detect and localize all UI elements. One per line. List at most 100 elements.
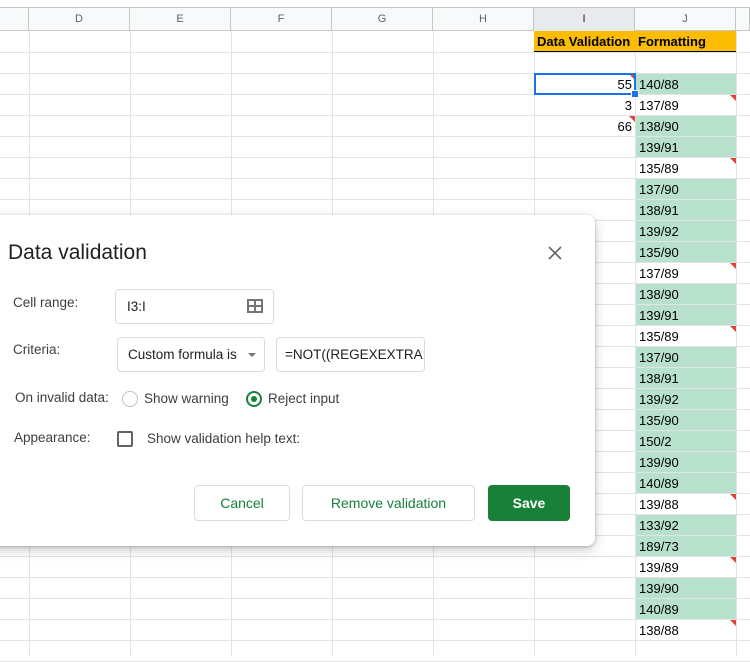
close-icon[interactable] xyxy=(545,243,565,263)
cell-i[interactable]: 66 xyxy=(535,116,635,136)
remove-validation-button[interactable]: Remove validation xyxy=(302,485,475,521)
cell-j[interactable]: 135/90 xyxy=(636,410,736,430)
cell-j[interactable]: 139/91 xyxy=(636,137,736,157)
cell-j[interactable]: 137/89 xyxy=(636,263,736,283)
column-header-d[interactable]: D xyxy=(29,8,130,31)
column-header-f[interactable]: F xyxy=(231,8,332,31)
cell-value: 140/89 xyxy=(639,602,679,617)
cell-j[interactable]: 138/91 xyxy=(636,368,736,388)
help-text-label[interactable]: Show validation help text: xyxy=(147,431,300,446)
invalid-data-label: On invalid data: xyxy=(15,390,109,405)
cell-j[interactable]: 140/89 xyxy=(636,599,736,619)
cell-value: 139/91 xyxy=(639,308,679,323)
column-header-e[interactable]: E xyxy=(130,8,231,31)
criteria-selected: Custom formula is xyxy=(128,347,237,362)
cell-value: 139/90 xyxy=(639,455,679,470)
cell-j[interactable]: 133/92 xyxy=(636,515,736,535)
cell-j[interactable]: 139/92 xyxy=(636,389,736,409)
cell-j[interactable]: 139/91 xyxy=(636,305,736,325)
cell-j[interactable] xyxy=(636,53,736,73)
cell-value: 138/88 xyxy=(639,623,679,638)
cell-value: 139/92 xyxy=(639,392,679,407)
cell-value: 139/88 xyxy=(639,497,679,512)
invalid-flag-icon xyxy=(730,494,736,500)
cell-j[interactable]: 139/89 xyxy=(636,557,736,577)
fill-handle[interactable] xyxy=(631,90,639,98)
formula-value: =NOT((REGEXEXTRA xyxy=(285,347,423,362)
cell-j[interactable]: 135/90 xyxy=(636,242,736,262)
cell-j[interactable]: 139/90 xyxy=(636,578,736,598)
column-gridline xyxy=(736,31,737,656)
cell-i[interactable] xyxy=(535,641,635,661)
cell-value: 139/91 xyxy=(639,140,679,155)
column-header-h[interactable]: H xyxy=(433,8,534,31)
invalid-flag-icon xyxy=(629,116,635,122)
column-header-j[interactable]: J xyxy=(635,8,736,31)
cell-value: 137/89 xyxy=(639,98,679,113)
cell-value: 135/90 xyxy=(639,413,679,428)
column-header-g[interactable]: G xyxy=(332,8,433,31)
cell-i[interactable] xyxy=(535,137,635,157)
help-text-checkbox[interactable] xyxy=(117,431,133,447)
cell-i[interactable]: 3 xyxy=(535,95,635,115)
invalid-flag-icon xyxy=(730,557,736,563)
cell-j[interactable]: 139/90 xyxy=(636,452,736,472)
column-header-i[interactable]: I xyxy=(534,8,635,31)
cell-value: 135/89 xyxy=(639,161,679,176)
formula-input[interactable]: =NOT((REGEXEXTRA xyxy=(276,337,425,372)
cell-j[interactable]: 137/90 xyxy=(636,347,736,367)
cell-j[interactable]: 150/2 xyxy=(636,431,736,451)
cell-value: 133/92 xyxy=(639,518,679,533)
cell-j[interactable]: 140/89 xyxy=(636,473,736,493)
cell-i[interactable] xyxy=(535,53,635,73)
cell-j[interactable]: 140/88 xyxy=(636,74,736,94)
cell-j[interactable]: 139/92 xyxy=(636,221,736,241)
cell-j[interactable]: 138/88 xyxy=(636,620,736,640)
cell-value: 139/92 xyxy=(639,224,679,239)
appearance-label: Appearance: xyxy=(14,430,91,445)
show-warning-label[interactable]: Show warning xyxy=(144,391,229,406)
cell-i[interactable] xyxy=(535,599,635,619)
cell-value: 139/89 xyxy=(639,560,679,575)
cell-i[interactable] xyxy=(535,620,635,640)
header-cell-data-validation[interactable]: Data Validation xyxy=(534,31,635,52)
cell-j[interactable]: 135/89 xyxy=(636,326,736,346)
data-validation-dialog: Data validation Cell range: I3:I Criteri… xyxy=(0,215,595,546)
cell-value: 137/90 xyxy=(639,182,679,197)
invalid-flag-icon xyxy=(730,158,736,164)
cell-j[interactable]: 189/73 xyxy=(636,536,736,556)
column-header-bar: DEFGHIJ xyxy=(0,7,750,31)
cell-j[interactable]: 137/89 xyxy=(636,95,736,115)
cell-j[interactable]: 138/91 xyxy=(636,200,736,220)
cell-j[interactable]: 138/90 xyxy=(636,284,736,304)
invalid-flag-icon xyxy=(730,95,736,101)
invalid-flag-icon xyxy=(730,620,736,626)
cell-value: 3 xyxy=(624,98,632,113)
cell-i[interactable] xyxy=(535,557,635,577)
criteria-label: Criteria: xyxy=(13,342,61,357)
cancel-button[interactable]: Cancel xyxy=(194,485,290,521)
cell-j[interactable]: 135/89 xyxy=(636,158,736,178)
column-header-edge[interactable] xyxy=(0,8,29,31)
grid-select-icon[interactable] xyxy=(247,299,263,316)
cell-range-input[interactable]: I3:I xyxy=(115,289,274,324)
cell-j[interactable]: 139/88 xyxy=(636,494,736,514)
cell-value: 189/73 xyxy=(639,539,679,554)
save-button[interactable]: Save xyxy=(488,485,570,521)
reject-input-label[interactable]: Reject input xyxy=(268,391,339,406)
cell-j[interactable]: 138/90 xyxy=(636,116,736,136)
cell-selection-box xyxy=(534,73,636,95)
column-header-edge[interactable] xyxy=(736,8,750,31)
cell-value: 138/90 xyxy=(639,287,679,302)
cell-range-label: Cell range: xyxy=(13,295,79,310)
show-warning-radio[interactable] xyxy=(122,391,138,407)
cell-j[interactable] xyxy=(636,641,736,661)
header-cell-formatting[interactable]: Formatting xyxy=(635,31,736,52)
cell-value: 140/89 xyxy=(639,476,679,491)
cell-i[interactable] xyxy=(535,179,635,199)
cell-j[interactable]: 137/90 xyxy=(636,179,736,199)
reject-input-radio[interactable] xyxy=(246,391,262,407)
cell-i[interactable] xyxy=(535,578,635,598)
cell-i[interactable] xyxy=(535,158,635,178)
criteria-dropdown[interactable]: Custom formula is xyxy=(117,337,265,372)
